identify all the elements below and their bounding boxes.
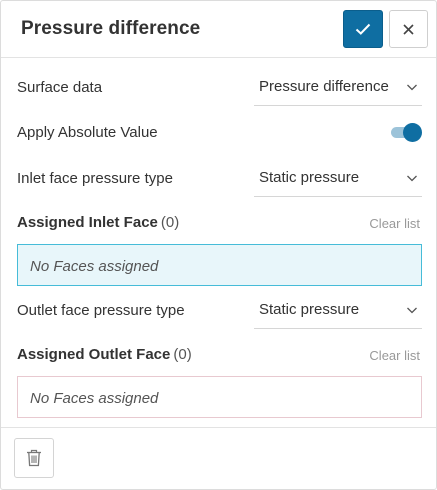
footer-divider xyxy=(1,427,436,428)
surface-data-label: Surface data xyxy=(17,79,103,96)
trash-icon xyxy=(27,449,41,467)
close-button[interactable] xyxy=(389,10,428,48)
outlet-pressure-type-value: Static pressure xyxy=(259,301,360,318)
chevron-down-icon xyxy=(407,307,417,314)
inlet-pressure-type-label: Inlet face pressure type xyxy=(17,170,173,187)
close-icon xyxy=(403,23,414,35)
panel-header: Pressure difference xyxy=(1,1,436,58)
assigned-inlet-face-heading: Assigned Inlet Face (0) xyxy=(17,214,179,231)
outlet-pressure-type-select[interactable]: Static pressure xyxy=(254,291,422,329)
assigned-outlet-face-heading: Assigned Outlet Face (0) xyxy=(17,346,192,363)
outlet-empty-message: No Faces assigned xyxy=(30,390,159,407)
inlet-face-list[interactable]: No Faces assigned xyxy=(17,244,422,286)
inlet-pressure-type-value: Static pressure xyxy=(259,169,360,186)
page-title: Pressure difference xyxy=(21,18,201,39)
pressure-difference-panel: Pressure difference Surface data Pressur… xyxy=(0,0,437,490)
inlet-pressure-type-select[interactable]: Static pressure xyxy=(254,159,422,197)
clear-inlet-list-link[interactable]: Clear list xyxy=(369,216,420,231)
outlet-pressure-type-label: Outlet face pressure type xyxy=(17,302,185,319)
outlet-face-list[interactable]: No Faces assigned xyxy=(17,376,422,418)
clear-outlet-list-link[interactable]: Clear list xyxy=(369,348,420,363)
delete-button[interactable] xyxy=(14,438,54,478)
chevron-down-icon xyxy=(407,175,417,182)
apply-absolute-label: Apply Absolute Value xyxy=(17,124,158,141)
chevron-down-icon xyxy=(407,84,417,91)
assigned-inlet-face-count: (0) xyxy=(160,214,180,231)
surface-data-value: Pressure difference xyxy=(259,78,389,95)
toggle-knob xyxy=(403,123,422,142)
surface-data-select[interactable]: Pressure difference xyxy=(254,68,422,106)
confirm-button[interactable] xyxy=(343,10,383,48)
assigned-outlet-face-title: Assigned Outlet Face xyxy=(17,346,171,363)
inlet-empty-message: No Faces assigned xyxy=(30,258,159,275)
assigned-outlet-face-count: (0) xyxy=(173,346,192,363)
apply-absolute-toggle[interactable] xyxy=(391,122,422,142)
check-icon xyxy=(355,23,371,35)
assigned-inlet-face-title: Assigned Inlet Face xyxy=(17,214,158,231)
